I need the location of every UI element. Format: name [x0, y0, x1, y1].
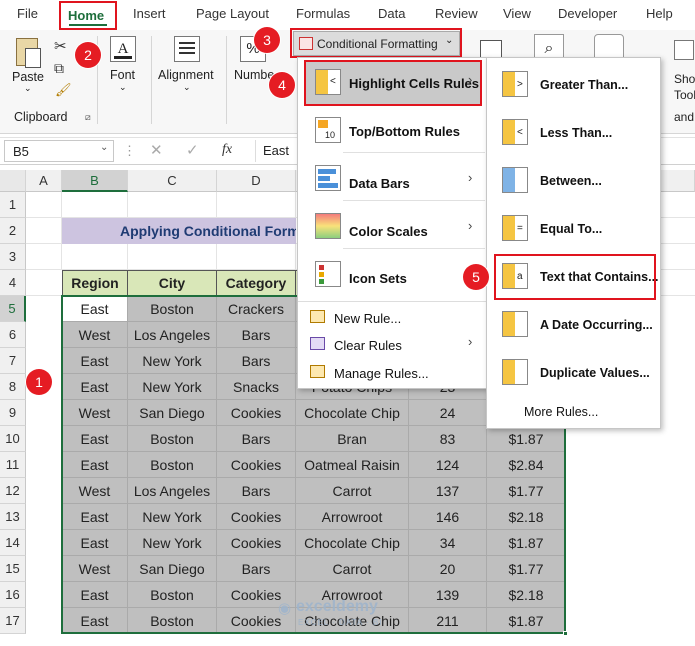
step-badge-5: 5 — [463, 264, 489, 290]
menu-item-manage-rules[interactable]: Manage Rules... — [305, 361, 480, 385]
table-header-cell[interactable]: Category — [217, 270, 296, 296]
menu-item-icon-sets[interactable]: Icon Sets › — [305, 254, 480, 296]
step-badge-2: 2 — [75, 42, 101, 68]
menu-item-label: Top/Bottom Rules — [349, 124, 460, 139]
duplicate-values-icon — [502, 359, 528, 385]
row-header[interactable]: 15 — [0, 556, 26, 582]
top-bottom-icon: 10 — [315, 117, 341, 143]
fill-handle[interactable] — [563, 631, 568, 636]
sheet-title: Applying Conditional Formatting — [62, 218, 296, 244]
row-header[interactable]: 11 — [0, 452, 26, 478]
row-header[interactable]: 3 — [0, 244, 26, 270]
greater-than-icon: > — [502, 71, 528, 97]
row-header[interactable]: 4 — [0, 270, 26, 296]
row-header[interactable]: 1 — [0, 192, 26, 218]
row-header[interactable]: 12 — [0, 478, 26, 504]
row-header[interactable]: 7 — [0, 348, 26, 374]
submenu-item-label: A Date Occurring... — [540, 318, 653, 332]
watermark-text: exceldemy — [296, 598, 378, 615]
manage-rules-icon — [310, 365, 325, 378]
table-header-cell[interactable]: City — [128, 270, 217, 296]
step-badge-4: 4 — [269, 72, 295, 98]
step-badge-3: 3 — [254, 27, 280, 53]
menu-item-label: Manage Rules... — [334, 366, 429, 381]
row-header[interactable]: 5 — [0, 296, 26, 322]
menu-item-label: Data Bars — [349, 176, 410, 191]
submenu-item[interactable]: Duplicate Values... — [492, 350, 657, 394]
highlight-menu-item — [304, 60, 482, 106]
chevron-right-icon: › — [468, 334, 473, 349]
submenu-item[interactable]: = Equal To... — [492, 206, 657, 250]
clear-rules-icon — [310, 337, 325, 350]
equal-to-icon: = — [502, 215, 528, 241]
row-header[interactable]: 10 — [0, 426, 26, 452]
data-bars-icon — [315, 165, 341, 191]
menu-item-label: Color Scales — [349, 224, 428, 239]
row-header[interactable]: 2 — [0, 218, 26, 244]
row-header[interactable]: 16 — [0, 582, 26, 608]
row-header[interactable]: 13 — [0, 504, 26, 530]
table-header-cell[interactable]: Region — [62, 270, 128, 296]
submenu-item[interactable]: > Greater Than... — [492, 62, 657, 106]
chevron-right-icon: › — [468, 170, 473, 185]
menu-item-clear-rules[interactable]: Clear Rules › — [305, 333, 480, 357]
between-icon — [502, 167, 528, 193]
highlight-text-contains — [494, 254, 656, 300]
submenu-more-rules[interactable]: More Rules... — [524, 405, 598, 419]
row-header[interactable]: 8 — [0, 374, 26, 400]
row-header[interactable]: 6 — [0, 322, 26, 348]
less-than-icon: < — [502, 119, 528, 145]
icon-sets-icon — [315, 261, 341, 287]
menu-item-new-rule[interactable]: New Rule... — [305, 306, 480, 330]
row-header[interactable]: 9 — [0, 400, 26, 426]
submenu-item[interactable]: A Date Occurring... — [492, 302, 657, 346]
step-badge-1: 1 — [26, 369, 52, 395]
menu-item-top-bottom-rules[interactable]: 10 Top/Bottom Rules — [305, 110, 480, 152]
new-rule-icon — [310, 310, 325, 323]
chevron-right-icon: › — [468, 218, 473, 233]
menu-item-color-scales[interactable]: Color Scales › — [305, 206, 480, 248]
submenu-item[interactable]: Between... — [492, 158, 657, 202]
submenu-item-label: Greater Than... — [540, 78, 629, 92]
watermark-logo-icon: ◉ — [278, 600, 292, 617]
submenu-item-label: Less Than... — [540, 126, 613, 140]
menu-item-data-bars[interactable]: Data Bars › — [305, 158, 480, 200]
watermark-subtext: EXCEL · DATA · BI — [298, 618, 383, 627]
row-header[interactable]: 14 — [0, 530, 26, 556]
menu-item-label: New Rule... — [334, 311, 402, 326]
submenu-item-label: Equal To... — [540, 222, 603, 236]
row-header[interactable]: 17 — [0, 608, 26, 634]
menu-item-label: Clear Rules — [334, 338, 402, 353]
sheet-title-text: Applying Conditional Formatting — [120, 223, 296, 239]
submenu-item-label: Duplicate Values... — [540, 366, 650, 380]
submenu-item[interactable]: < Less Than... — [492, 110, 657, 154]
menu-item-label: Icon Sets — [349, 271, 407, 286]
color-scales-icon — [315, 213, 341, 239]
submenu-item-label: Between... — [540, 174, 602, 188]
date-occurring-icon — [502, 311, 528, 337]
